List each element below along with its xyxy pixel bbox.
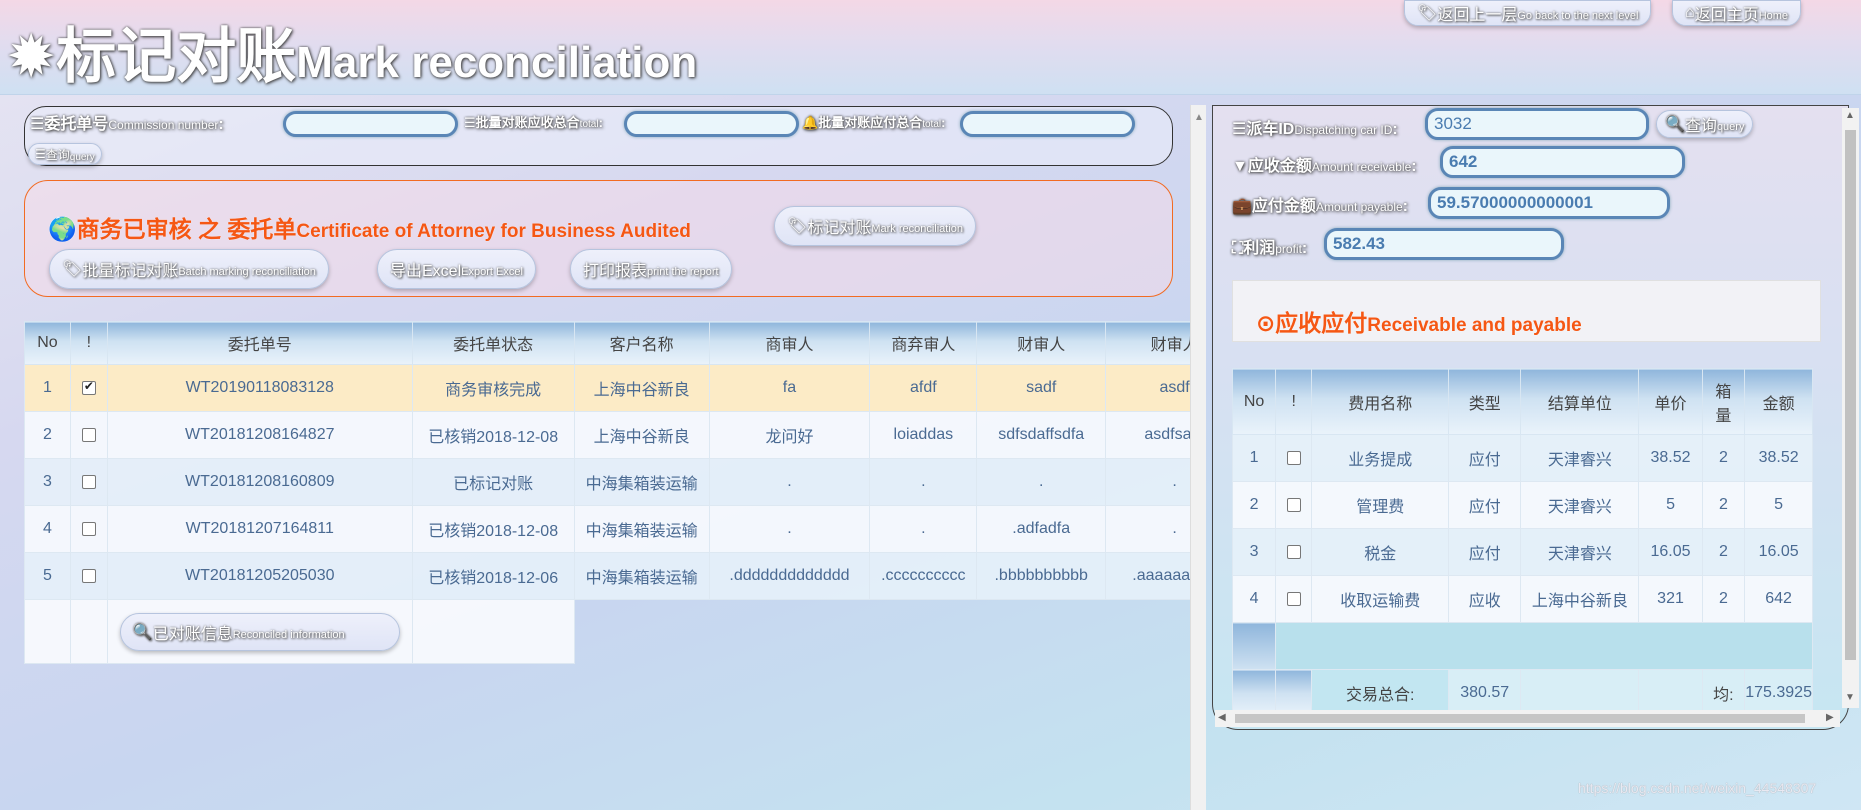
payable-amount-label: 💼应付金额Amount payable: [1232,198,1408,215]
home-icon: ⌂ [1685,4,1695,21]
col-customer: 客户名称 [573,321,710,365]
receivable-amount-input[interactable]: 642 [1440,146,1685,178]
batch-mark-button[interactable]: 🏷 批量标记对账 Batch marking reconciliation [49,249,329,289]
page-title: ✹标记对账Mark reconciliation [6,23,698,90]
fee-row-checkbox[interactable] [1286,544,1301,559]
mark-reconciliation-button[interactable]: 🏷 标记对账 Mark reconciliation [774,206,977,246]
row-checkbox[interactable] [81,568,96,583]
receivable-total-input[interactable] [624,111,799,137]
table-row[interactable]: 3 WT20181208160809 已标记对账 中海集箱装运输 .... [24,458,1192,506]
section-title: 🌍商务已审核 之 委托单Certificate of Attorney for … [48,216,691,242]
fee-col-flag: ! [1275,368,1313,435]
col-fin-reviewer-2: 财审人 [1105,321,1192,365]
fee-row-checkbox[interactable] [1286,497,1301,512]
fee-col-name: 费用名称 [1311,368,1450,435]
search-icon: 🔍 [1665,116,1685,133]
list-icon: ☰ [1232,121,1247,138]
commission-label: ☰委托单号Commission number: [30,116,224,133]
table-footer-row: 🔍 已对账信息 Reconciled information [24,599,1193,664]
gauge-icon: ⊙ [1256,310,1276,336]
tag-icon: 🏷 [1417,5,1438,22]
query-button[interactable]: ☰ 查询 query [28,143,102,165]
col-biz-abandon: 商弃审人 [869,321,978,365]
pane-divider-scrollbar[interactable] [1190,105,1206,810]
col-status: 委托单状态 [411,321,575,365]
scroll-left-arrow-icon[interactable]: ◀ [1218,712,1226,723]
payable-total-label: 🔔批量对账应付总合total: [802,115,946,130]
fee-row[interactable]: 4 收取运输费 应收 上海中谷新良 321 2 642 [1231,575,1813,623]
row-checkbox[interactable] [81,521,96,536]
orders-table-wrap: No ! 委托单号 委托单状态 客户名称 商审人 商弃审人 财审人 财审人 1 … [24,321,1192,671]
fees-table-wrap: No ! 费用名称 类型 结算单位 单价 箱量 金额 1 业务提成 应付 天津睿兴 … [1231,368,1813,717]
table-row[interactable]: 1 WT20190118083128商务审核完成上海中谷新良 faafdfsad… [24,364,1192,412]
burst-icon: ✹ [6,23,57,90]
list-icon: ☰ [30,116,45,133]
fee-col-unit: 结算单位 [1520,368,1640,435]
print-report-button[interactable]: 打印报表 print the report [570,249,732,289]
list-icon: ☰ [35,147,46,161]
fee-spacer-row [1231,622,1813,670]
table-row[interactable]: 2 WT20181208164827 已核销2018-12-08 上海中谷新良 龙问… [24,411,1192,459]
car-id-input[interactable]: 3032 [1425,108,1649,140]
fee-row[interactable]: 1 业务提成 应付 天津睿兴 38.52 2 38.52 [1231,434,1813,482]
tag-icon: 🏷 [62,261,83,278]
scroll-up-arrow-icon[interactable]: ▲ [1845,110,1855,121]
globe-icon: 🌍 [48,216,77,242]
table-row[interactable]: 4 WT20181207164811 已核销2018-12-08 中海集箱装运输 .… [24,505,1192,553]
scroll-right-arrow-icon[interactable]: ▶ [1826,712,1834,723]
fee-col-amount: 金额 [1744,368,1813,435]
home-button[interactable]: ⌂ 返回主页 Home [1672,0,1802,26]
fee-row-checkbox[interactable] [1286,450,1301,465]
col-biz-reviewer: 商审人 [708,321,871,365]
payable-total-input[interactable] [960,111,1135,137]
scroll-down-arrow-icon[interactable]: ▼ [1845,692,1855,703]
col-fin-reviewer: 财审人 [976,321,1107,365]
receivable-amount-label: ▼应收金额Amount receivable: [1232,158,1417,175]
car-query-button[interactable]: 🔍 查询 query [1656,110,1754,138]
watermark: https://blog.csdn.net/weixin_44548307 [1578,780,1817,796]
table-row[interactable]: 5 WT20181205205030 已核销2018-12-06 中海集箱装运输 .… [24,552,1192,600]
bell-icon: 🔔 [802,115,819,130]
fee-row-checkbox[interactable] [1286,591,1301,606]
export-excel-button[interactable]: 导出Excel Export Excel [377,249,536,289]
detail-horizontal-scroll-thumb[interactable] [1235,714,1805,723]
col-flag: ! [69,321,108,365]
fee-row[interactable]: 3 税金 应付 天津睿兴 16.05 2 16.05 [1231,528,1813,576]
row-checkbox[interactable] [81,427,96,442]
commission-number-input[interactable] [283,111,458,137]
expand-icon: ⛶ [1232,240,1244,257]
row-checkbox[interactable] [81,474,96,489]
search-icon: 🔍 [132,623,153,641]
profit-input[interactable]: 582.43 [1324,228,1564,260]
detail-vertical-scroll-thumb[interactable] [1845,130,1856,660]
orders-table: No ! 委托单号 委托单状态 客户名称 商审人 商弃审人 财审人 财审人 1 … [24,321,1192,664]
receivable-payable-title: ⊙应收应付Receivable and payable [1256,310,1582,336]
payable-amount-input[interactable]: 59.57000000000001 [1428,187,1670,219]
fee-col-type: 类型 [1448,368,1522,435]
col-no: No [24,321,71,365]
scroll-up-arrow-icon[interactable]: ▲ [1194,112,1204,123]
back-button[interactable]: 🏷 返回上一层 Go back to the next level [1404,0,1652,26]
fee-col-qty: 箱量 [1701,368,1746,435]
list-icon: ☰ [464,115,476,130]
profit-label: ⛶利润profit: [1232,240,1308,257]
car-id-label: ☰派车IDDispatching car ID: [1232,121,1398,138]
fees-table: No ! 费用名称 类型 结算单位 单价 箱量 金额 1 业务提成 应付 天津睿兴 … [1231,368,1813,717]
receivable-total-label: ☰批量对账应收总合total: [464,115,603,130]
briefcase-icon: 💼 [1232,198,1252,215]
tag-icon: 🏷 [787,218,808,235]
col-id: 委托单号 [106,321,413,365]
fee-col-price: 单价 [1638,368,1703,435]
row-checkbox[interactable] [81,379,96,395]
fee-row[interactable]: 2 管理费 应付 天津睿兴 525 [1231,481,1813,529]
fee-col-no: No [1231,368,1277,435]
funnel-icon: ▼ [1232,158,1248,175]
reconciled-info-button[interactable]: 🔍 已对账信息 Reconciled information [119,612,400,651]
